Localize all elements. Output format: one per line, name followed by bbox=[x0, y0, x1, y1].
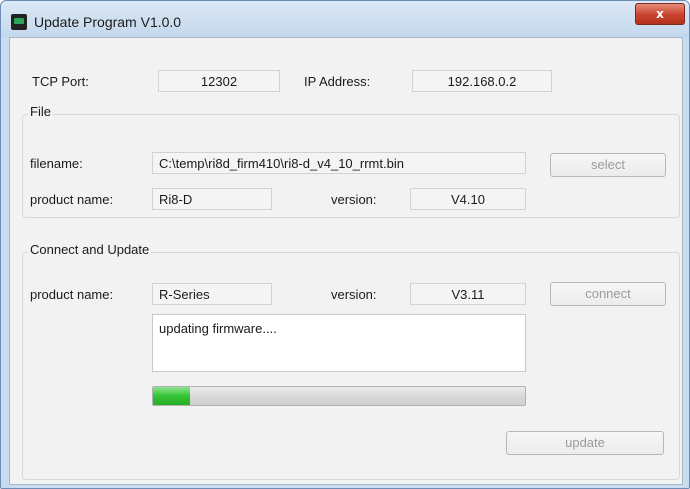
app-icon bbox=[11, 14, 27, 30]
file-group-title: File bbox=[28, 104, 53, 119]
client-area: TCP Port: 12302 IP Address: 192.168.0.2 … bbox=[9, 37, 683, 485]
title-bar: Update Program V1.0.0 x bbox=[1, 1, 689, 37]
status-textbox[interactable]: updating firmware.... bbox=[152, 314, 526, 372]
file-product-name-field[interactable]: Ri8-D bbox=[152, 188, 272, 210]
update-version-label: version: bbox=[331, 287, 377, 302]
window-title: Update Program V1.0.0 bbox=[34, 14, 182, 30]
connect-button[interactable]: connect bbox=[550, 282, 666, 306]
update-button[interactable]: update bbox=[506, 431, 664, 455]
update-product-name-field[interactable]: R-Series bbox=[152, 283, 272, 305]
select-button[interactable]: select bbox=[550, 153, 666, 177]
tcp-port-label: TCP Port: bbox=[32, 74, 89, 89]
update-program-window: Update Program V1.0.0 x TCP Port: 12302 … bbox=[0, 0, 690, 489]
file-version-field[interactable]: V4.10 bbox=[410, 188, 526, 210]
ip-address-label: IP Address: bbox=[304, 74, 371, 89]
update-product-name-label: product name: bbox=[30, 287, 114, 302]
close-icon: x bbox=[656, 7, 664, 21]
close-button[interactable]: x bbox=[635, 3, 685, 25]
connect-update-group-title: Connect and Update bbox=[28, 242, 152, 257]
filename-label: filename: bbox=[30, 156, 83, 171]
update-progress-bar bbox=[152, 386, 526, 406]
filename-field[interactable]: C:\temp\ri8d_firm410\ri8-d_v4_10_rrmt.bi… bbox=[152, 152, 526, 174]
file-version-label: version: bbox=[331, 192, 377, 207]
ip-address-field[interactable]: 192.168.0.2 bbox=[412, 70, 552, 92]
status-text: updating firmware.... bbox=[159, 321, 277, 336]
update-version-field[interactable]: V3.11 bbox=[410, 283, 526, 305]
progress-fill bbox=[153, 387, 191, 405]
tcp-port-field[interactable]: 12302 bbox=[158, 70, 280, 92]
file-product-name-label: product name: bbox=[30, 192, 114, 207]
